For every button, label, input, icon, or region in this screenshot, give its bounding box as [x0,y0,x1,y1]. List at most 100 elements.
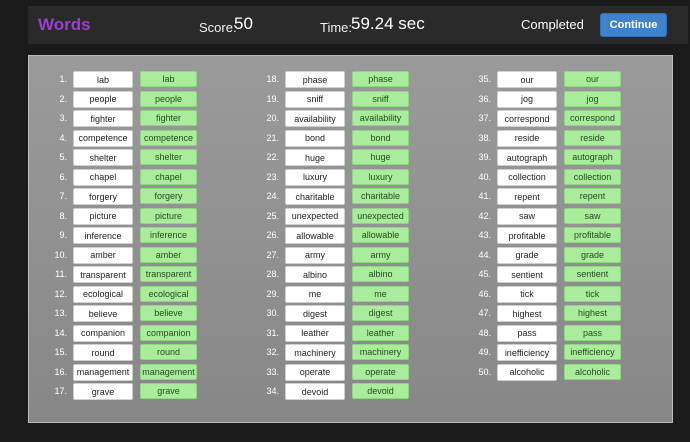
typed-answer: availability [352,110,409,126]
typed-answer: machinery [352,344,409,360]
target-word: bond [285,129,345,147]
word-number: 35. [478,74,491,84]
target-word: tick [497,285,557,303]
typed-answer: transparent [140,266,197,282]
typed-answer: management [140,363,197,380]
word-number: 49. [478,347,491,357]
word-number: 32. [266,347,279,357]
target-word: management [73,363,133,381]
typed-answer: phase [352,71,409,87]
word-number: 42. [478,210,491,221]
typed-answer: correspond [564,110,621,126]
target-word: charitable [285,188,345,205]
target-word: saw [497,207,557,225]
word-number: 1. [59,74,67,84]
typed-answer: luxury [352,168,409,185]
typed-answer: ecological [140,285,197,302]
word-number: 34. [266,386,279,396]
typed-answer: me [352,285,409,302]
target-word: people [73,90,133,108]
typed-answer: profitable [564,227,621,243]
target-word: autograph [497,149,557,166]
word-number: 30. [266,308,279,318]
target-word: repent [497,188,557,205]
word-number: 2. [59,93,67,104]
target-word: grave [73,383,133,400]
target-word: alcoholic [497,363,557,381]
word-number: 47. [478,308,491,318]
word-number: 9. [59,230,67,240]
target-word: me [285,285,345,303]
target-word: phase [285,71,345,88]
word-number: 39. [478,152,491,162]
target-word: devoid [285,383,345,400]
typed-answer: saw [564,207,621,224]
word-number: 12. [54,288,67,299]
target-word: round [73,344,133,361]
target-word: profitable [497,227,557,244]
word-number: 6. [59,171,67,182]
word-number: 8. [59,210,67,221]
time-value: 59.24 sec [351,14,425,33]
typed-answer: picture [140,207,197,224]
typed-answer: grade [564,246,621,263]
word-number: 23. [266,171,279,182]
status-text: Completed [521,17,584,32]
target-word: unexpected [285,207,345,225]
target-word: competence [73,129,133,147]
target-word: forgery [73,188,133,205]
time-label: Time: [320,20,353,35]
word-number: 7. [59,191,67,201]
word-number: 16. [54,366,67,377]
typed-answer: tick [564,285,621,302]
target-word: sniff [285,90,345,108]
target-word: army [285,246,345,264]
word-number: 28. [266,269,279,279]
word-number: 50. [478,366,491,377]
typed-answer: competence [140,129,197,146]
typed-answer: jog [564,90,621,107]
typed-answer: shelter [140,149,197,165]
typed-answer: sentient [564,266,621,282]
target-word: collection [497,168,557,186]
typed-answer: bond [352,129,409,146]
typed-answer: forgery [140,188,197,204]
target-word: inference [73,227,133,244]
word-number: 37. [478,113,491,123]
word-number: 5. [59,152,67,162]
word-number: 43. [478,230,491,240]
target-word: believe [73,305,133,322]
word-number: 27. [266,249,279,260]
typed-answer: inefficiency [564,344,621,360]
typed-answer: albino [352,266,409,282]
word-number: 45. [478,269,491,279]
typed-answer: grave [140,383,197,399]
target-word: our [497,71,557,88]
typed-answer: alcoholic [564,363,621,380]
word-number: 40. [478,171,491,182]
target-word: huge [285,149,345,166]
typed-answer: huge [352,149,409,165]
score-label: Score: [199,20,237,35]
word-number: 41. [478,191,491,201]
score-value: 50 [234,14,253,33]
typed-answer: sniff [352,90,409,107]
word-number: 20. [266,113,279,123]
typed-answer: round [140,344,197,360]
word-number: 13. [54,308,67,318]
target-word: grade [497,246,557,264]
target-word: operate [285,363,345,381]
target-word: companion [73,324,133,342]
results-panel: 1. lab lab 2. people people 3. fighter fighter 4.… [28,55,673,423]
target-word: machinery [285,344,345,361]
word-number: 10. [54,249,67,260]
word-number: 19. [266,93,279,104]
typed-answer: autograph [564,149,621,165]
typed-answer: allowable [352,227,409,243]
target-word: jog [497,90,557,108]
continue-button[interactable]: Continue [600,13,667,37]
word-number: 17. [54,386,67,396]
typed-answer: charitable [352,188,409,204]
typed-answer: our [564,71,621,87]
word-number: 26. [266,230,279,240]
